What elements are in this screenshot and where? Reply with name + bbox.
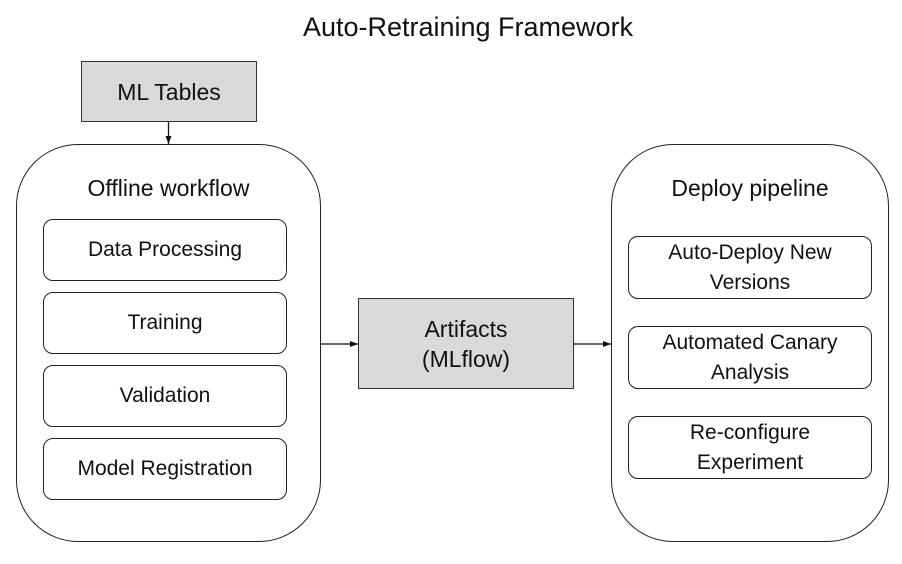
step-label-line1: Automated Canary bbox=[662, 330, 838, 354]
ml-tables-label: ML Tables bbox=[117, 78, 221, 105]
deploy-step-auto-deploy: Auto-Deploy New Versions bbox=[628, 236, 872, 299]
artifacts-label-line2: (MLflow) bbox=[421, 345, 511, 372]
artifacts-label-line1: Artifacts bbox=[424, 315, 508, 342]
offline-step-data-processing: Data Processing bbox=[43, 219, 287, 281]
step-label-line1: Re-configure bbox=[689, 420, 811, 444]
step-label-line1: Auto-Deploy New bbox=[668, 240, 832, 264]
step-label-line2: Experiment bbox=[696, 450, 804, 474]
step-label-line2: Versions bbox=[709, 270, 791, 294]
step-label: Data Processing bbox=[87, 238, 243, 261]
offline-step-model-registration: Model Registration bbox=[43, 438, 287, 500]
diagram-title: Auto-Retraining Framework bbox=[302, 12, 634, 42]
step-label-line2: Analysis bbox=[710, 360, 790, 384]
deploy-step-reconfigure-experiment: Re-configure Experiment bbox=[628, 416, 872, 479]
ml-tables-node: ML Tables bbox=[81, 61, 257, 122]
offline-workflow-title: Offline workflow bbox=[87, 175, 250, 201]
deploy-pipeline-title: Deploy pipeline bbox=[671, 175, 829, 201]
step-label: Training bbox=[127, 311, 203, 334]
artifacts-node: Artifacts (MLflow) bbox=[358, 298, 574, 389]
offline-step-training: Training bbox=[43, 292, 287, 354]
step-label: Validation bbox=[119, 384, 211, 407]
offline-step-validation: Validation bbox=[43, 365, 287, 427]
deploy-step-canary-analysis: Automated Canary Analysis bbox=[628, 326, 872, 389]
step-label: Model Registration bbox=[77, 457, 253, 480]
